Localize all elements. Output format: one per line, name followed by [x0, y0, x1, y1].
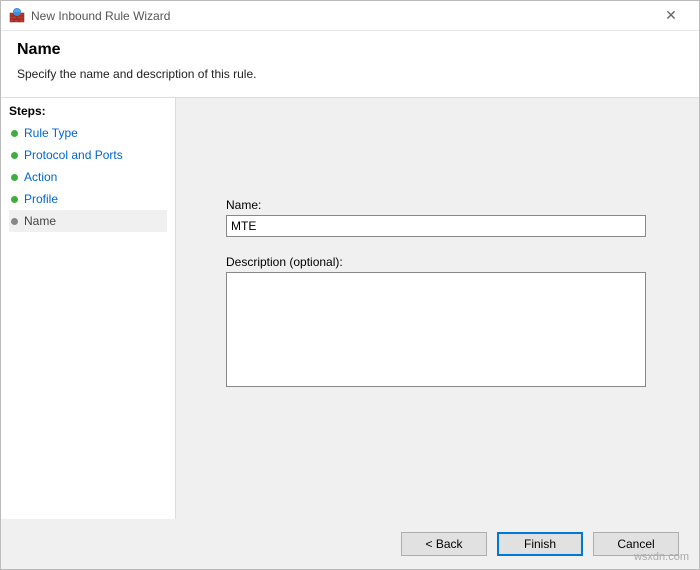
step-action[interactable]: Action — [9, 166, 167, 188]
wizard-window: New Inbound Rule Wizard ✕ Name Specify t… — [0, 0, 700, 570]
wizard-footer: < Back Finish Cancel — [1, 519, 699, 569]
step-link[interactable]: Profile — [24, 192, 58, 206]
page-title: Name — [17, 41, 683, 59]
cancel-button[interactable]: Cancel — [593, 532, 679, 556]
step-bullet-icon — [11, 218, 18, 225]
steps-sidebar: Steps: Rule Type Protocol and Ports Acti… — [1, 98, 176, 519]
back-button[interactable]: < Back — [401, 532, 487, 556]
titlebar: New Inbound Rule Wizard ✕ — [1, 1, 699, 31]
step-link[interactable]: Rule Type — [24, 126, 78, 140]
name-label: Name: — [226, 198, 669, 212]
step-bullet-icon — [11, 130, 18, 137]
finish-button[interactable]: Finish — [497, 532, 583, 556]
step-name: Name — [9, 210, 167, 232]
wizard-header: Name Specify the name and description of… — [1, 31, 699, 98]
step-link[interactable]: Protocol and Ports — [24, 148, 123, 162]
close-button[interactable]: ✕ — [651, 1, 691, 30]
page-subtitle: Specify the name and description of this… — [17, 67, 683, 81]
description-textarea[interactable] — [226, 272, 646, 387]
step-protocol-and-ports[interactable]: Protocol and Ports — [9, 144, 167, 166]
step-rule-type[interactable]: Rule Type — [9, 122, 167, 144]
description-label: Description (optional): — [226, 255, 669, 269]
step-bullet-icon — [11, 174, 18, 181]
steps-heading: Steps: — [9, 104, 167, 118]
step-profile[interactable]: Profile — [9, 188, 167, 210]
form-content: Name: Description (optional): — [176, 98, 699, 519]
wizard-body: Steps: Rule Type Protocol and Ports Acti… — [1, 98, 699, 519]
step-bullet-icon — [11, 152, 18, 159]
step-link: Name — [24, 214, 56, 228]
firewall-icon — [9, 8, 25, 24]
name-field-group: Name: — [226, 198, 669, 237]
description-field-group: Description (optional): — [226, 255, 669, 390]
window-title: New Inbound Rule Wizard — [31, 9, 170, 23]
name-input[interactable] — [226, 215, 646, 237]
step-link[interactable]: Action — [24, 170, 57, 184]
step-bullet-icon — [11, 196, 18, 203]
close-icon: ✕ — [665, 7, 677, 24]
